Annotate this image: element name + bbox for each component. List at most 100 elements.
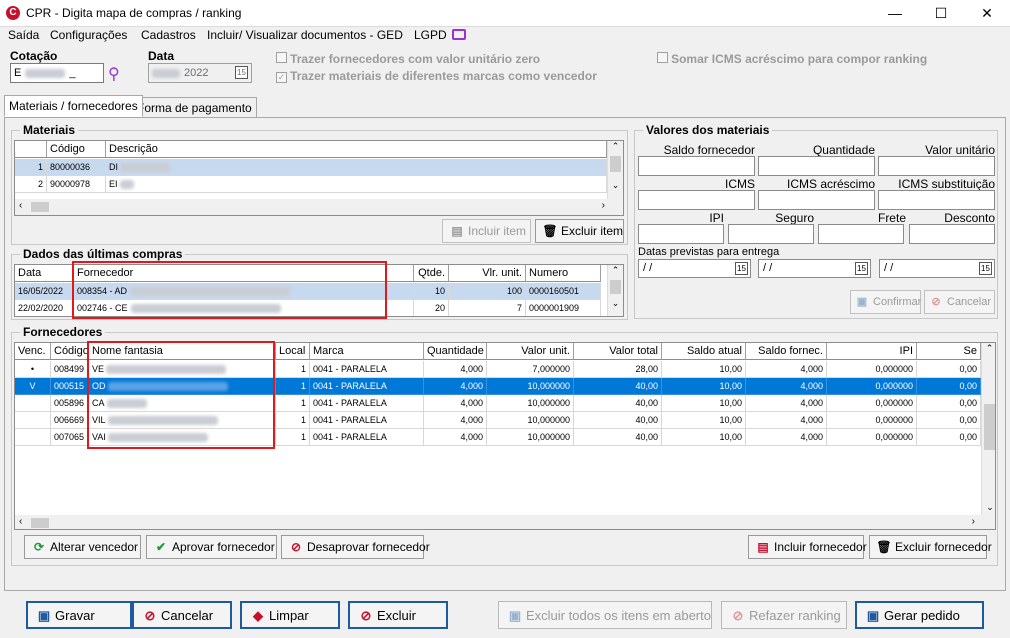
alterar-vencedor-button[interactable]: ⟳ Alterar vencedor — [24, 535, 141, 559]
table-cell: DI — [106, 159, 607, 176]
quantidade-label: Quantidade — [812, 143, 875, 157]
cotacao-suffix: _ — [69, 67, 76, 79]
data-input[interactable]: 2022 15 — [148, 63, 252, 83]
monitor-icon[interactable] — [452, 29, 466, 40]
icms-acrescimo-label: ICMS acréscimo — [786, 177, 875, 191]
column-header-descricao[interactable]: Descrição — [106, 141, 607, 158]
column-header-ipi[interactable]: IPI — [827, 343, 917, 360]
table-cell: 10,00 — [662, 395, 746, 412]
saldo-fornecedor-input[interactable] — [638, 156, 755, 176]
chk-marcas-vencedor[interactable]: ✓ Trazer materiais de diferentes marcas … — [276, 69, 597, 83]
table-cell: 0041 - PARALELA — [310, 361, 424, 378]
frete-input[interactable] — [818, 224, 904, 244]
gerar-pedido-button[interactable]: ▣ Gerar pedido — [855, 601, 984, 629]
table-cell: 0000001909 — [526, 300, 601, 316]
icms-input[interactable] — [638, 190, 755, 210]
icms-substituicao-input[interactable] — [878, 190, 995, 210]
desaprovar-fornecedor-button[interactable]: ⊘ Desaprovar fornecedor — [281, 535, 430, 559]
redacted-text — [25, 68, 66, 78]
materiais-grid: Código Descrição 1 80000036 DI 2 9000097… — [14, 140, 624, 216]
data-entrega-3-input[interactable]: / /15 — [879, 259, 995, 278]
table-cell: 4,000 — [746, 378, 827, 395]
checkbox-checked-icon: ✓ — [276, 72, 287, 83]
valor-unitario-input[interactable] — [878, 156, 995, 176]
column-header-qtde[interactable]: Qtde. — [414, 265, 449, 282]
column-header-data[interactable]: Data — [15, 265, 74, 282]
column-header-saldo-atual[interactable]: Saldo atual — [662, 343, 746, 360]
desconto-input[interactable] — [909, 224, 995, 244]
calendar-icon[interactable]: 15 — [979, 262, 992, 275]
column-header-marca[interactable]: Marca — [310, 343, 424, 360]
cancelar-valores-button[interactable]: ⊘ Cancelar — [924, 290, 995, 314]
incluir-item-button[interactable]: ▤ Incluir item — [442, 219, 531, 243]
chk-somar-icms[interactable]: Somar ICMS acréscimo para compor ranking — [657, 52, 927, 66]
tab-materiais-fornecedores[interactable]: Materiais / fornecedores — [4, 95, 143, 117]
column-header-valor-total[interactable]: Valor total — [574, 343, 662, 360]
gravar-button[interactable]: ▣ Gravar — [26, 601, 132, 629]
limpar-button[interactable]: ◆ Limpar — [240, 601, 340, 629]
column-header-seguro[interactable]: Se — [917, 343, 981, 360]
menu-incluir-ged[interactable]: Incluir/ Visualizar documentos - GED — [207, 28, 403, 42]
vertical-scrollbar[interactable]: ⌃ ⌄ — [607, 141, 623, 199]
table-cell: 0041 - PARALELA — [310, 412, 424, 429]
table-cell: 7,000000 — [487, 361, 574, 378]
excluir-item-button[interactable]: 🗑 Excluir item — [535, 219, 624, 243]
table-cell: 007065 — [51, 429, 89, 446]
save-icon: ▣ — [37, 608, 51, 623]
icms-acrescimo-input[interactable] — [758, 190, 875, 210]
excluir-todos-button[interactable]: ▣ Excluir todos os itens em aberto — [498, 601, 712, 629]
data-entrega-2-input[interactable]: / /15 — [758, 259, 871, 278]
quantidade-input[interactable] — [758, 156, 875, 176]
cotacao-input[interactable]: E _ — [10, 63, 104, 83]
confirmar-button[interactable]: ▣ Confirmar — [850, 290, 921, 314]
tab-forma-pagamento[interactable]: Forma de pagamento — [132, 97, 257, 119]
table-cell — [15, 412, 51, 429]
incluir-fornecedor-button[interactable]: ▤ Incluir fornecedor — [748, 535, 867, 559]
horizontal-scrollbar[interactable]: ‹ › — [15, 515, 995, 529]
menu-lgpd[interactable]: LGPD — [414, 28, 447, 42]
menu-cadastros[interactable]: Cadastros — [141, 28, 196, 42]
table-cell: 4,000 — [424, 378, 487, 395]
seguro-input[interactable] — [728, 224, 814, 244]
checkbox-icon — [657, 52, 668, 63]
horizontal-scrollbar[interactable]: ‹ › — [15, 199, 623, 215]
desconto-label: Desconto — [944, 211, 995, 225]
cancelar-button[interactable]: ⊘ Cancelar — [132, 601, 232, 629]
calendar-icon[interactable]: 15 — [735, 262, 748, 275]
table-cell: 90000978 — [47, 176, 106, 193]
column-header-numero[interactable]: Numero — [526, 265, 601, 282]
calendar-icon[interactable]: 15 — [855, 262, 868, 275]
column-header-local[interactable]: Local — [276, 343, 310, 360]
cancel-icon: ⊘ — [931, 296, 941, 308]
vertical-scrollbar[interactable]: ⌃ ⌄ — [607, 265, 623, 316]
saldo-fornecedor-label: Saldo fornecedor — [663, 143, 755, 157]
column-header-saldo-fornec[interactable]: Saldo fornec. — [746, 343, 827, 360]
minimize-button[interactable]: — — [872, 0, 918, 27]
ipi-input[interactable] — [638, 224, 724, 244]
chk-fornecedores-zero[interactable]: Trazer fornecedores com valor unitário z… — [276, 52, 540, 66]
add-document-icon: ▤ — [451, 224, 463, 238]
vertical-scrollbar[interactable]: ⌃ ⌄ — [981, 343, 995, 515]
column-header-venc[interactable]: Venc. — [15, 343, 51, 360]
menu-configuracoes[interactable]: Configurações — [50, 28, 127, 42]
table-cell: 006669 — [51, 412, 89, 429]
column-header-quantidade[interactable]: Quantidade — [424, 343, 487, 360]
excluir-button[interactable]: ⊘ Excluir — [348, 601, 448, 629]
maximize-button[interactable]: ☐ — [918, 0, 964, 27]
menu-saida[interactable]: Saída — [8, 28, 39, 42]
column-header-codigo[interactable]: Código — [47, 141, 106, 158]
table-cell: 1 — [276, 378, 310, 395]
excluir-fornecedor-button[interactable]: 🗑 Excluir fornecedor — [869, 535, 992, 559]
aprovar-fornecedor-button[interactable]: ✔ Aprovar fornecedor — [146, 535, 277, 559]
column-header-valor-unit[interactable]: Valor unit. — [487, 343, 574, 360]
column-header-vlr-unit[interactable]: Vlr. unit. — [449, 265, 526, 282]
table-cell: 0041 - PARALELA — [310, 395, 424, 412]
table-cell: EI — [106, 176, 607, 193]
data-entrega-1-input[interactable]: / /15 — [638, 259, 751, 278]
refazer-ranking-button[interactable]: ⊘ Refazer ranking — [721, 601, 847, 629]
column-header-codigo[interactable]: Código — [51, 343, 89, 360]
search-icon[interactable]: ⚲ — [108, 64, 120, 84]
table-cell: 0041 - PARALELA — [310, 378, 424, 395]
calendar-icon[interactable]: 15 — [235, 66, 248, 79]
close-button[interactable]: ✕ — [964, 0, 1010, 27]
